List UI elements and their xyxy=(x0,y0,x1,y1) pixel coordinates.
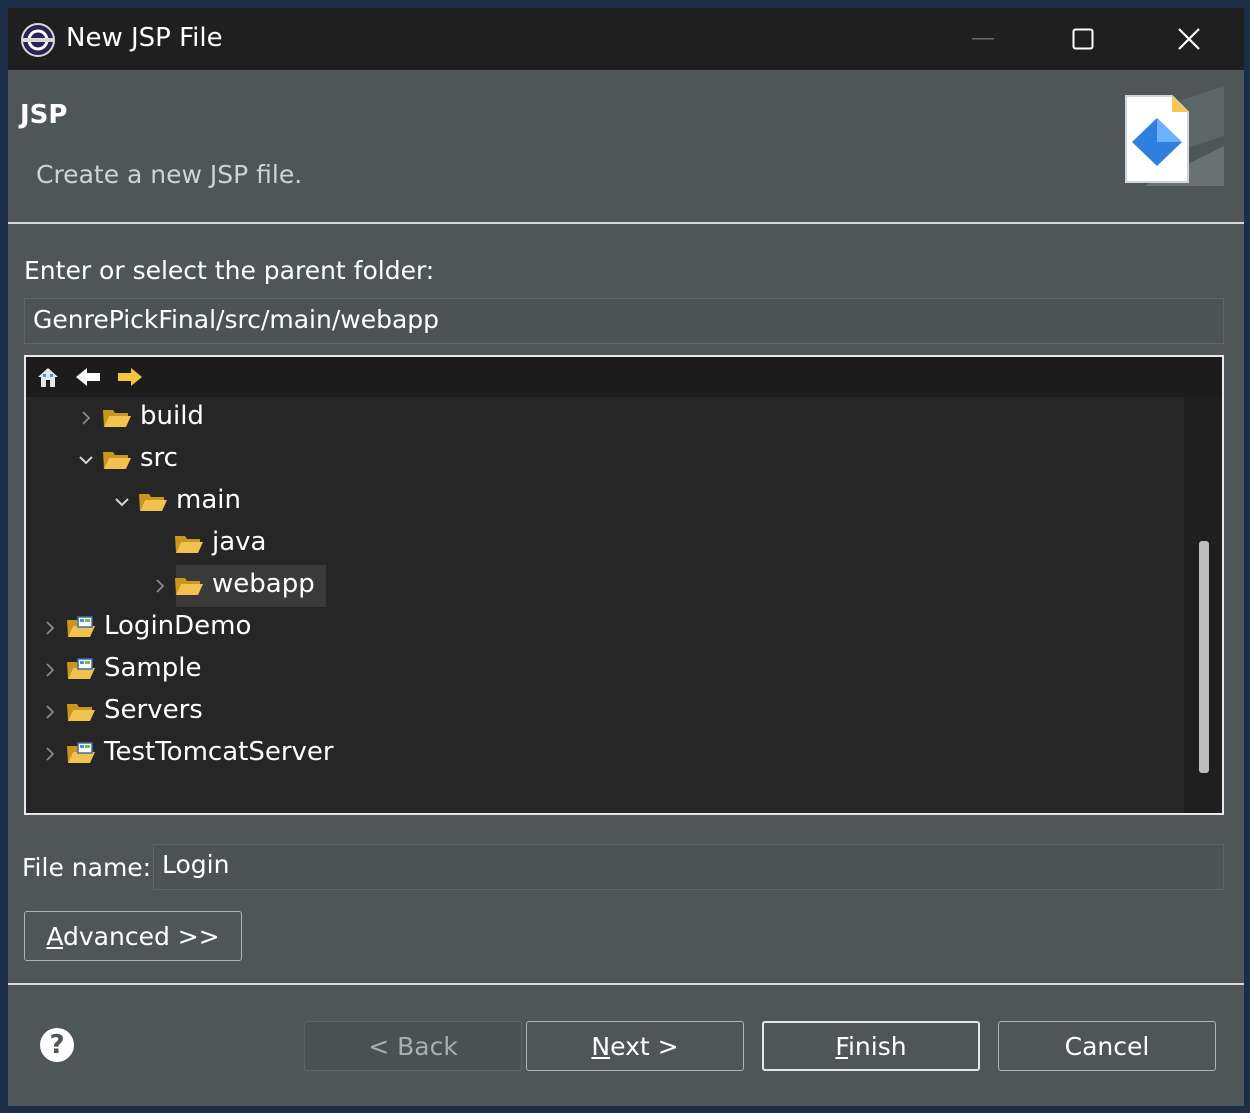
tree-row-label: LoginDemo xyxy=(104,611,252,641)
next-label: ext > xyxy=(610,1031,679,1061)
advanced-mnemonic: A xyxy=(46,921,63,951)
folder-icon xyxy=(66,700,96,724)
close-button[interactable] xyxy=(1136,8,1242,70)
folder-tree[interactable]: build src main java webapp LoginDemo Sample Ser… xyxy=(24,355,1224,815)
tree-row-label: Sample xyxy=(104,653,202,683)
cancel-label: Cancel xyxy=(1064,1031,1150,1061)
tree-row-main[interactable]: main xyxy=(26,481,1176,523)
next-button[interactable]: Next > xyxy=(526,1021,744,1071)
tree-row-logindemo[interactable]: LoginDemo xyxy=(26,607,1176,649)
chevron-right-icon[interactable] xyxy=(40,700,60,724)
finish-button[interactable]: Finish xyxy=(762,1021,980,1071)
back-button[interactable]: < Back xyxy=(304,1021,522,1071)
parent-folder-input[interactable]: GenrePickFinal/src/main/webapp xyxy=(24,298,1224,344)
chevron-right-icon[interactable] xyxy=(40,616,60,640)
folder-icon xyxy=(174,574,204,598)
tree-row-testtomcatserver[interactable]: TestTomcatServer xyxy=(26,733,1176,775)
maximize-icon xyxy=(1072,28,1094,50)
close-icon xyxy=(1178,28,1200,50)
wizard-page-title: JSP xyxy=(20,100,68,130)
tree-row-label: webapp xyxy=(212,569,315,599)
tree-row-label: Servers xyxy=(104,695,203,725)
tree-row-src[interactable]: src xyxy=(26,439,1176,481)
tree-row-servers[interactable]: Servers xyxy=(26,691,1176,733)
new-jsp-file-dialog: New JSP File JSP Create a new JSP file. … xyxy=(8,8,1244,1106)
parent-folder-label: Enter or select the parent folder: xyxy=(24,256,435,285)
tree-row-java[interactable]: java xyxy=(26,523,1176,565)
home-icon[interactable] xyxy=(34,365,62,389)
chevron-down-icon[interactable] xyxy=(76,448,96,472)
minimize-icon xyxy=(972,38,994,40)
chevron-right-icon[interactable] xyxy=(150,574,170,598)
tree-nav-toolbar xyxy=(26,357,1222,397)
tree-scrollbar[interactable] xyxy=(1184,397,1222,813)
chevron-right-icon[interactable] xyxy=(76,406,96,430)
back-label: < Back xyxy=(368,1031,458,1061)
scrollbar-thumb[interactable] xyxy=(1199,541,1209,773)
minimize-button[interactable] xyxy=(930,8,1036,70)
tree-row-label: build xyxy=(140,401,204,431)
chevron-down-icon[interactable] xyxy=(112,490,132,514)
back-arrow-icon[interactable] xyxy=(74,365,102,389)
next-mnemonic: N xyxy=(591,1031,611,1061)
tree-row-label: main xyxy=(176,485,241,515)
forward-arrow-icon[interactable] xyxy=(116,365,144,389)
project-icon xyxy=(66,616,96,640)
help-icon[interactable]: ? xyxy=(40,1028,74,1062)
project-icon xyxy=(66,742,96,766)
folder-icon xyxy=(138,490,168,514)
file-name-input[interactable]: Login xyxy=(153,844,1224,890)
footer-separator xyxy=(8,983,1244,985)
wizard-header: JSP Create a new JSP file. xyxy=(8,70,1244,224)
finish-label: inish xyxy=(847,1031,907,1061)
file-name-label: File name: xyxy=(22,853,152,882)
tree-row-label: java xyxy=(212,527,267,557)
chevron-right-icon[interactable] xyxy=(40,742,60,766)
folder-icon xyxy=(102,406,132,430)
folder-icon xyxy=(174,532,204,556)
wizard-page-description: Create a new JSP file. xyxy=(36,160,303,189)
tree-row-label: src xyxy=(140,443,178,473)
tree-row-build[interactable]: build xyxy=(26,397,1176,439)
tree-row-sample[interactable]: Sample xyxy=(26,649,1176,691)
tree-row-label: TestTomcatServer xyxy=(104,737,334,767)
advanced-button[interactable]: Advanced >> xyxy=(24,911,242,961)
tree-row-webapp[interactable]: webapp xyxy=(156,565,326,607)
title-bar: New JSP File xyxy=(8,8,1244,70)
chevron-right-icon[interactable] xyxy=(40,658,60,682)
eclipse-app-icon xyxy=(21,23,55,57)
parent-folder-value: GenrePickFinal/src/main/webapp xyxy=(33,305,440,334)
window-title: New JSP File xyxy=(66,23,223,53)
jsp-wizard-banner-icon xyxy=(1125,86,1224,186)
maximize-button[interactable] xyxy=(1030,8,1136,70)
project-icon xyxy=(66,658,96,682)
folder-icon xyxy=(102,448,132,472)
cancel-button[interactable]: Cancel xyxy=(998,1021,1216,1071)
file-name-value: Login xyxy=(162,850,230,879)
finish-mnemonic: F xyxy=(835,1031,848,1061)
advanced-label: dvanced >> xyxy=(63,921,220,951)
